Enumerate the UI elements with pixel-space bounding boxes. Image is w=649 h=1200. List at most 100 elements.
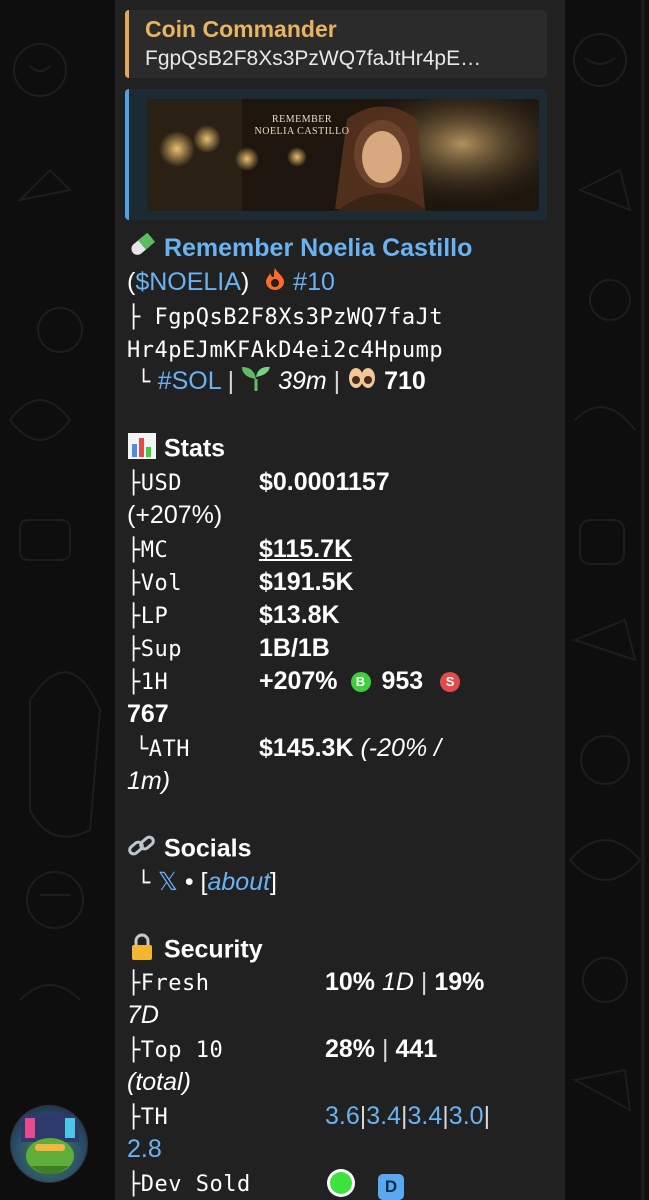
bullet-separator: • [184, 868, 194, 896]
buy-badge-icon: B [350, 672, 371, 693]
th-label: TH [140, 1105, 169, 1130]
views-value: 710 [384, 367, 426, 395]
tree-end: └ [135, 737, 149, 762]
address-part-2: Hr4pEJmKFAkD4ei2c4Hpump [127, 338, 444, 363]
stats-heading: Stats [127, 432, 225, 468]
reply-title: Coin Commander [145, 16, 337, 42]
lp-row: ├LP $13.8K [127, 599, 547, 633]
h1-row: ├1H +207% B 953 S [127, 665, 547, 699]
chain-link[interactable]: #SOL [158, 367, 221, 395]
h1-buys: 953 [381, 667, 424, 695]
frog-avatar-art [21, 1114, 79, 1174]
lp-label: LP [140, 604, 169, 629]
x-link[interactable]: 𝕏 [158, 868, 178, 896]
rank-link[interactable]: #10 [293, 268, 335, 296]
th-value-link[interactable]: 3.0 [449, 1102, 484, 1130]
scrollbar[interactable] [641, 0, 645, 1200]
tree-branch: ├ [127, 305, 141, 330]
usd-change: (+207%) [127, 501, 223, 529]
usd-label: USD [140, 471, 182, 496]
ath-note-cont: 1m) [127, 767, 171, 795]
tree-end: └ [137, 871, 151, 896]
green-circle-icon [325, 1167, 357, 1200]
dev-sold-values: D [325, 1167, 404, 1200]
top10-row: ├Top 10 28% | 441 [127, 1033, 547, 1067]
h1-label: 1H [140, 670, 169, 695]
fresh-1d-label: 1D [382, 968, 414, 996]
mc-row: ├MC $115.7K [127, 533, 547, 567]
top10-count: 441 [395, 1035, 438, 1063]
dev-sold-label: Dev Sold [140, 1172, 251, 1197]
separator: | [382, 1035, 389, 1063]
pill-icon [127, 232, 157, 266]
fresh-7d-label: 7D [127, 1001, 159, 1029]
tree-branch: ├ [127, 971, 141, 996]
h1-sells: 767 [127, 700, 169, 728]
chain-line: └ #SOL | 39m | 710 [127, 365, 426, 399]
separator: | [333, 367, 341, 395]
mc-value-link[interactable]: $115.7K [259, 533, 352, 565]
address-line-1[interactable]: ├ FgpQsB2F8Xs3PzWQ7faJt [127, 302, 443, 334]
fresh-7d-pct: 19% [434, 968, 485, 996]
top10-total: (total) [127, 1068, 191, 1096]
token-name-link[interactable]: Remember Noelia Castillo [164, 234, 472, 262]
ath-values: $145.3K (-20% / [259, 732, 441, 764]
separator: | [227, 367, 235, 395]
preview-image[interactable]: REMEMBER NOELIA CASTILLO [147, 99, 539, 211]
tree-branch: ├ [127, 1172, 141, 1197]
usd-row: ├USD $0.0001157 [127, 466, 547, 500]
ath-row: └ATH $145.3K (-20% / [127, 732, 547, 766]
ath-note: (-20% / [360, 734, 442, 762]
token-title-line: Remember Noelia Castillo [127, 232, 472, 266]
socials-row: └ 𝕏 • [about] [127, 866, 277, 900]
h1-change: +207% [259, 667, 338, 695]
tree-end: └ [137, 370, 151, 395]
socials-title: Socials [163, 834, 252, 863]
fresh-1d-pct: 10% [325, 968, 376, 996]
seedling-icon [241, 365, 271, 399]
th-value-link[interactable]: 3.4 [408, 1102, 443, 1130]
reply-quote[interactable]: Coin Commander FgpQsB2F8Xs3PzWQ7faJtHr4p… [125, 10, 547, 78]
tree-branch: ├ [127, 1038, 141, 1063]
reply-text: FgpQsB2F8Xs3PzWQ7faJtHr4pE… [145, 47, 482, 70]
address-line-2[interactable]: Hr4pEJmKFAkD4ei2c4Hpump [127, 335, 443, 367]
security-title: Security [163, 935, 263, 964]
eyes-icon [347, 366, 377, 398]
tree-branch: ├ [127, 670, 141, 695]
tree-branch: ├ [127, 1105, 141, 1130]
link-icon [127, 832, 157, 868]
tree-branch: ├ [127, 471, 141, 496]
tree-branch: ├ [127, 604, 141, 629]
about-link[interactable]: about [207, 868, 270, 896]
mc-label: MC [140, 538, 169, 563]
address-part-1: FgpQsB2F8Xs3PzWQ7faJt [154, 305, 444, 330]
dev-sold-row: ├Dev Sold D [127, 1167, 547, 1200]
sup-row: ├Sup 1B/1B [127, 632, 547, 666]
th-value-link[interactable]: 3.4 [366, 1102, 401, 1130]
bracket-close: ] [270, 868, 277, 896]
lp-value: $13.8K [259, 601, 340, 629]
dev-badge-icon: D [377, 1174, 404, 1200]
vol-value: $191.5K [259, 568, 354, 596]
vol-label: Vol [140, 571, 182, 596]
fire-icon [264, 267, 286, 299]
lock-icon [127, 932, 157, 970]
token-ticker-line: ($NOELIA) #10 [127, 266, 335, 299]
link-preview[interactable]: REMEMBER NOELIA CASTILLO [125, 89, 547, 220]
h1-values: +207% B 953 S [259, 665, 461, 697]
top10-pct: 28% [325, 1035, 376, 1063]
avatar[interactable] [10, 1105, 88, 1183]
tree-branch: ├ [127, 571, 141, 596]
sell-badge-icon: S [440, 672, 461, 693]
th-values: 3.6|3.4|3.4|3.0| [325, 1100, 490, 1132]
top10-label: Top 10 [140, 1038, 224, 1063]
th-value-link[interactable]: 3.6 [325, 1102, 360, 1130]
top10-values: 28% | 441 [325, 1033, 437, 1065]
age-value: 39m [278, 367, 327, 395]
ticker-link[interactable]: $NOELIA [135, 268, 241, 296]
socials-heading: Socials [127, 832, 252, 868]
th-value-link[interactable]: 2.8 [127, 1133, 162, 1165]
ath-value: $145.3K [259, 734, 354, 762]
th-row: ├TH 3.6|3.4|3.4|3.0| [127, 1100, 547, 1134]
preview-caption: REMEMBER NOELIA CASTILLO [254, 114, 350, 137]
